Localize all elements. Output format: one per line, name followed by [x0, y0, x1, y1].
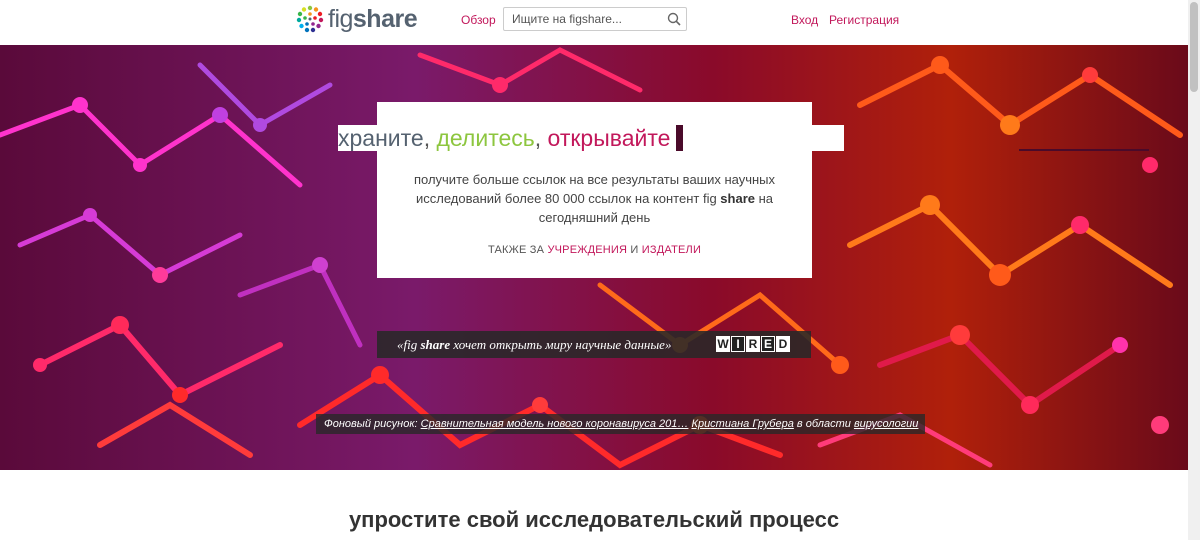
- wired-letter: E: [761, 336, 775, 352]
- scrollbar-thumb[interactable]: [1190, 2, 1198, 92]
- hero-description-bold: share: [720, 191, 755, 206]
- wired-letter: I: [731, 336, 745, 352]
- credit-field-link[interactable]: вирусологии: [854, 418, 918, 430]
- wired-letter: R: [746, 336, 760, 352]
- tagline-store: храните: [338, 125, 424, 151]
- credit-field-prefix: в области: [793, 418, 854, 430]
- credit-prefix: Фоновый рисунок:: [324, 418, 421, 430]
- search-input[interactable]: [504, 8, 654, 30]
- page-scrollbar[interactable]: [1188, 0, 1200, 540]
- register-link[interactable]: Регистрация: [829, 13, 899, 27]
- credit-title-link[interactable]: Сравнительная модель нового коронавируса…: [421, 418, 689, 430]
- figshare-logo-icon: [296, 5, 324, 33]
- hero-description: получите больше ссылок на все результаты…: [397, 170, 792, 227]
- hero-also-for: ТАКЖЕ ЗА УЧРЕЖДЕНИЯ И ИЗДАТЕЛИ: [377, 244, 812, 256]
- wired-letter: D: [776, 336, 790, 352]
- logo-text-fig: fig: [328, 4, 353, 33]
- credit-author-link[interactable]: Кристиана Грубера: [691, 418, 793, 430]
- tagline-comma-2: ,: [534, 125, 548, 151]
- page: figshare Обзор Вход Регистрация: [0, 0, 1200, 540]
- top-header: figshare Обзор Вход Регистрация: [0, 0, 1188, 45]
- tagline-comma-1: ,: [423, 125, 437, 151]
- quote-open: «fig: [397, 337, 421, 352]
- also-and: И: [627, 244, 642, 256]
- wired-logo: W I R E D: [716, 336, 791, 353]
- logo-text-share: share: [352, 4, 418, 33]
- wired-letter: W: [716, 336, 730, 352]
- typing-underline: [1019, 149, 1149, 151]
- also-prefix: ТАКЖЕ ЗА: [487, 244, 548, 256]
- tagline-share: делитесь: [436, 125, 535, 151]
- quote-bold: share: [420, 337, 451, 352]
- quote-rest: хочет открыть миру научные данные»: [450, 337, 672, 352]
- search-icon[interactable]: [666, 11, 682, 27]
- hero-tagline: храните, делитесь, открывайте: [338, 125, 1149, 151]
- typing-cursor: [676, 125, 684, 151]
- institutions-link[interactable]: УЧРЕЖДЕНИЯ: [547, 244, 627, 256]
- hero-banner: храните, делитесь, открывайте получите б…: [0, 45, 1188, 470]
- publishers-link[interactable]: ИЗДАТЕЛИ: [642, 244, 701, 256]
- browse-link[interactable]: Обзор: [461, 13, 496, 27]
- tagline-discover: открывайте: [547, 125, 671, 151]
- figshare-logo[interactable]: figshare: [295, 4, 418, 34]
- login-link[interactable]: Вход: [791, 13, 818, 27]
- section-title: упростите свой исследовательский процесс: [348, 507, 840, 532]
- background-credit: Фоновый рисунок: Сравнительная модель но…: [316, 414, 926, 434]
- search-box: [503, 7, 687, 31]
